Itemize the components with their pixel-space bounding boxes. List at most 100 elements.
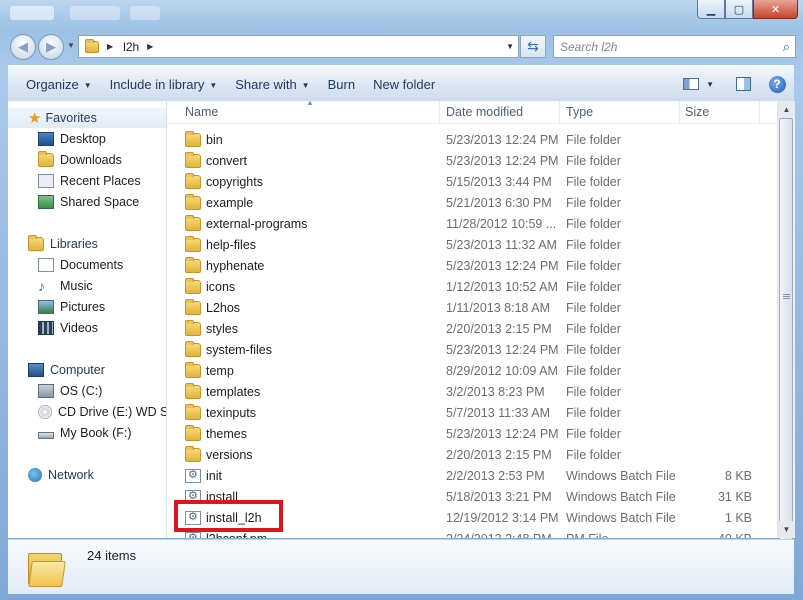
file-date-modified: 8/29/2012 10:09 AM [446, 364, 558, 378]
column-divider[interactable] [559, 101, 560, 123]
breadcrumb-separator-icon[interactable]: ▶ [147, 42, 153, 51]
vertical-scrollbar[interactable]: ▲ ▼ [777, 101, 795, 541]
minimize-button[interactable]: ▁ [697, 0, 725, 19]
nav-item-desktop[interactable]: Desktop [38, 129, 106, 149]
address-dropdown-icon[interactable]: ▼ [506, 42, 514, 51]
nav-item-music[interactable]: ♪ Music [38, 276, 93, 296]
item-count: 24 items [87, 548, 137, 563]
column-divider[interactable] [439, 101, 440, 123]
table-row[interactable]: versions 2/20/2013 2:15 PM File folder [167, 445, 777, 466]
file-type: File folder [566, 238, 621, 252]
nav-item-pictures[interactable]: Pictures [38, 297, 105, 317]
documents-icon [38, 258, 54, 272]
file-list: ▲ Name Date modified Type Size bin 5/23/2… [167, 101, 777, 538]
search-box[interactable]: Search l2h ⌕ [553, 35, 796, 58]
table-row[interactable]: templates 3/2/2013 8:23 PM File folder [167, 382, 777, 403]
nav-item-recent-places[interactable]: Recent Places [38, 171, 141, 191]
nav-item-shared-space[interactable]: Shared Space [38, 192, 139, 212]
file-type: Windows Batch File [566, 511, 676, 525]
pictures-icon [38, 300, 54, 314]
table-row[interactable]: init 2/2/2013 2:53 PM Windows Batch File 8 … [167, 466, 777, 487]
file-date-modified: 5/7/2013 11:33 AM [446, 406, 551, 420]
change-view-button[interactable] [676, 78, 706, 90]
new-folder-button[interactable]: New folder [364, 77, 444, 92]
breadcrumb-l2h[interactable]: l2h [123, 40, 139, 54]
column-header-size[interactable]: Size [685, 105, 709, 119]
nav-libraries[interactable]: Libraries [28, 234, 98, 254]
nav-item-os-c[interactable]: OS (C:) [38, 381, 102, 401]
column-divider[interactable] [679, 101, 680, 123]
file-date-modified: 5/23/2013 12:24 PM [446, 427, 559, 441]
navigation-pane: ★ Favorites Desktop Downloads Recent Pla… [8, 101, 167, 538]
table-row[interactable]: help-files 5/23/2013 11:32 AM File folder [167, 235, 777, 256]
file-name: bin [206, 133, 223, 147]
burn-button[interactable]: Burn [319, 77, 364, 92]
folder-icon [185, 236, 201, 252]
nav-item-label: Music [60, 279, 93, 293]
include-in-library-button[interactable]: Include in library ▼ [101, 77, 227, 92]
column-header-name[interactable]: Name [185, 105, 218, 119]
nav-favorites[interactable]: ★ Favorites [8, 108, 166, 128]
nav-item-documents[interactable]: Documents [38, 255, 123, 275]
refresh-button[interactable]: ⇆ [520, 35, 546, 58]
folder-icon [185, 131, 201, 147]
file-type: File folder [566, 427, 621, 441]
file-name: l2hconf.pm [206, 532, 267, 538]
search-input[interactable]: Search l2h [560, 40, 783, 54]
table-row[interactable]: hyphenate 5/23/2013 12:24 PM File folder [167, 256, 777, 277]
file-type: File folder [566, 217, 621, 231]
file-name: external-programs [206, 217, 308, 231]
table-row[interactable]: bin 5/23/2013 12:24 PM File folder [167, 130, 777, 151]
file-name: styles [206, 322, 238, 336]
preview-pane-button[interactable] [726, 77, 760, 91]
folder-icon [185, 257, 201, 273]
nav-item-label: Videos [60, 321, 98, 335]
address-bar[interactable]: ▶ l2h ▶ ▼ [78, 35, 519, 58]
recent-pages-dropdown[interactable]: ▼ [67, 41, 75, 50]
share-with-button[interactable]: Share with ▼ [226, 77, 318, 92]
column-divider[interactable] [759, 101, 760, 123]
nav-computer-label: Computer [50, 363, 105, 377]
table-row[interactable]: styles 2/20/2013 2:15 PM File folder [167, 319, 777, 340]
back-button[interactable]: ◀ [10, 34, 36, 60]
nav-item-videos[interactable]: Videos [38, 318, 98, 338]
help-button[interactable]: ? [760, 75, 794, 93]
table-row[interactable]: temp 8/29/2012 10:09 AM File folder [167, 361, 777, 382]
scroll-down-button[interactable]: ▼ [778, 521, 795, 538]
scroll-thumb[interactable] [779, 118, 793, 541]
table-row[interactable]: convert 5/23/2013 12:24 PM File folder [167, 151, 777, 172]
table-row[interactable]: texinputs 5/7/2013 11:33 AM File folder [167, 403, 777, 424]
file-type: File folder [566, 343, 621, 357]
forward-button[interactable]: ▶ [38, 34, 64, 60]
table-row[interactable]: system-files 5/23/2013 12:24 PM File folde… [167, 340, 777, 361]
nav-computer[interactable]: Computer [28, 360, 105, 380]
file-type: File folder [566, 196, 621, 210]
table-row[interactable]: themes 5/23/2013 12:24 PM File folder [167, 424, 777, 445]
folder-icon [185, 362, 201, 378]
nav-network[interactable]: Network [28, 465, 94, 485]
table-row[interactable]: example 5/21/2013 6:30 PM File folder [167, 193, 777, 214]
nav-item-my-book[interactable]: My Book (F:) [38, 423, 132, 443]
search-icon[interactable]: ⌕ [783, 39, 790, 55]
title-blur [70, 6, 120, 20]
file-date-modified: 5/23/2013 12:24 PM [446, 343, 559, 357]
column-header-type[interactable]: Type [566, 105, 593, 119]
table-row[interactable]: copyrights 5/15/2013 3:44 PM File folder [167, 172, 777, 193]
table-row[interactable]: external-programs 11/28/2012 10:59 ... Fil… [167, 214, 777, 235]
table-row[interactable]: L2hos 1/11/2013 8:18 AM File folder [167, 298, 777, 319]
folder-icon [185, 446, 201, 462]
scroll-up-button[interactable]: ▲ [778, 101, 795, 118]
file-date-modified: 2/2/2013 2:53 PM [446, 469, 545, 483]
column-header-date-modified[interactable]: Date modified [446, 105, 523, 119]
maximize-button[interactable]: ▢ [725, 0, 753, 19]
nav-item-cd-drive[interactable]: CD Drive (E:) WD Sm [38, 402, 166, 422]
organize-button[interactable]: Organize ▼ [8, 77, 101, 92]
file-date-modified: 5/23/2013 12:24 PM [446, 133, 559, 147]
close-button[interactable]: ✕ [753, 0, 798, 19]
folder-icon [85, 38, 99, 53]
view-options-dropdown[interactable]: ▼ [706, 80, 714, 89]
nav-item-downloads[interactable]: Downloads [38, 150, 122, 170]
breadcrumb-separator-icon[interactable]: ▶ [107, 42, 113, 51]
table-row[interactable]: icons 1/12/2013 10:52 AM File folder [167, 277, 777, 298]
nav-favorites-label: Favorites [45, 111, 97, 125]
